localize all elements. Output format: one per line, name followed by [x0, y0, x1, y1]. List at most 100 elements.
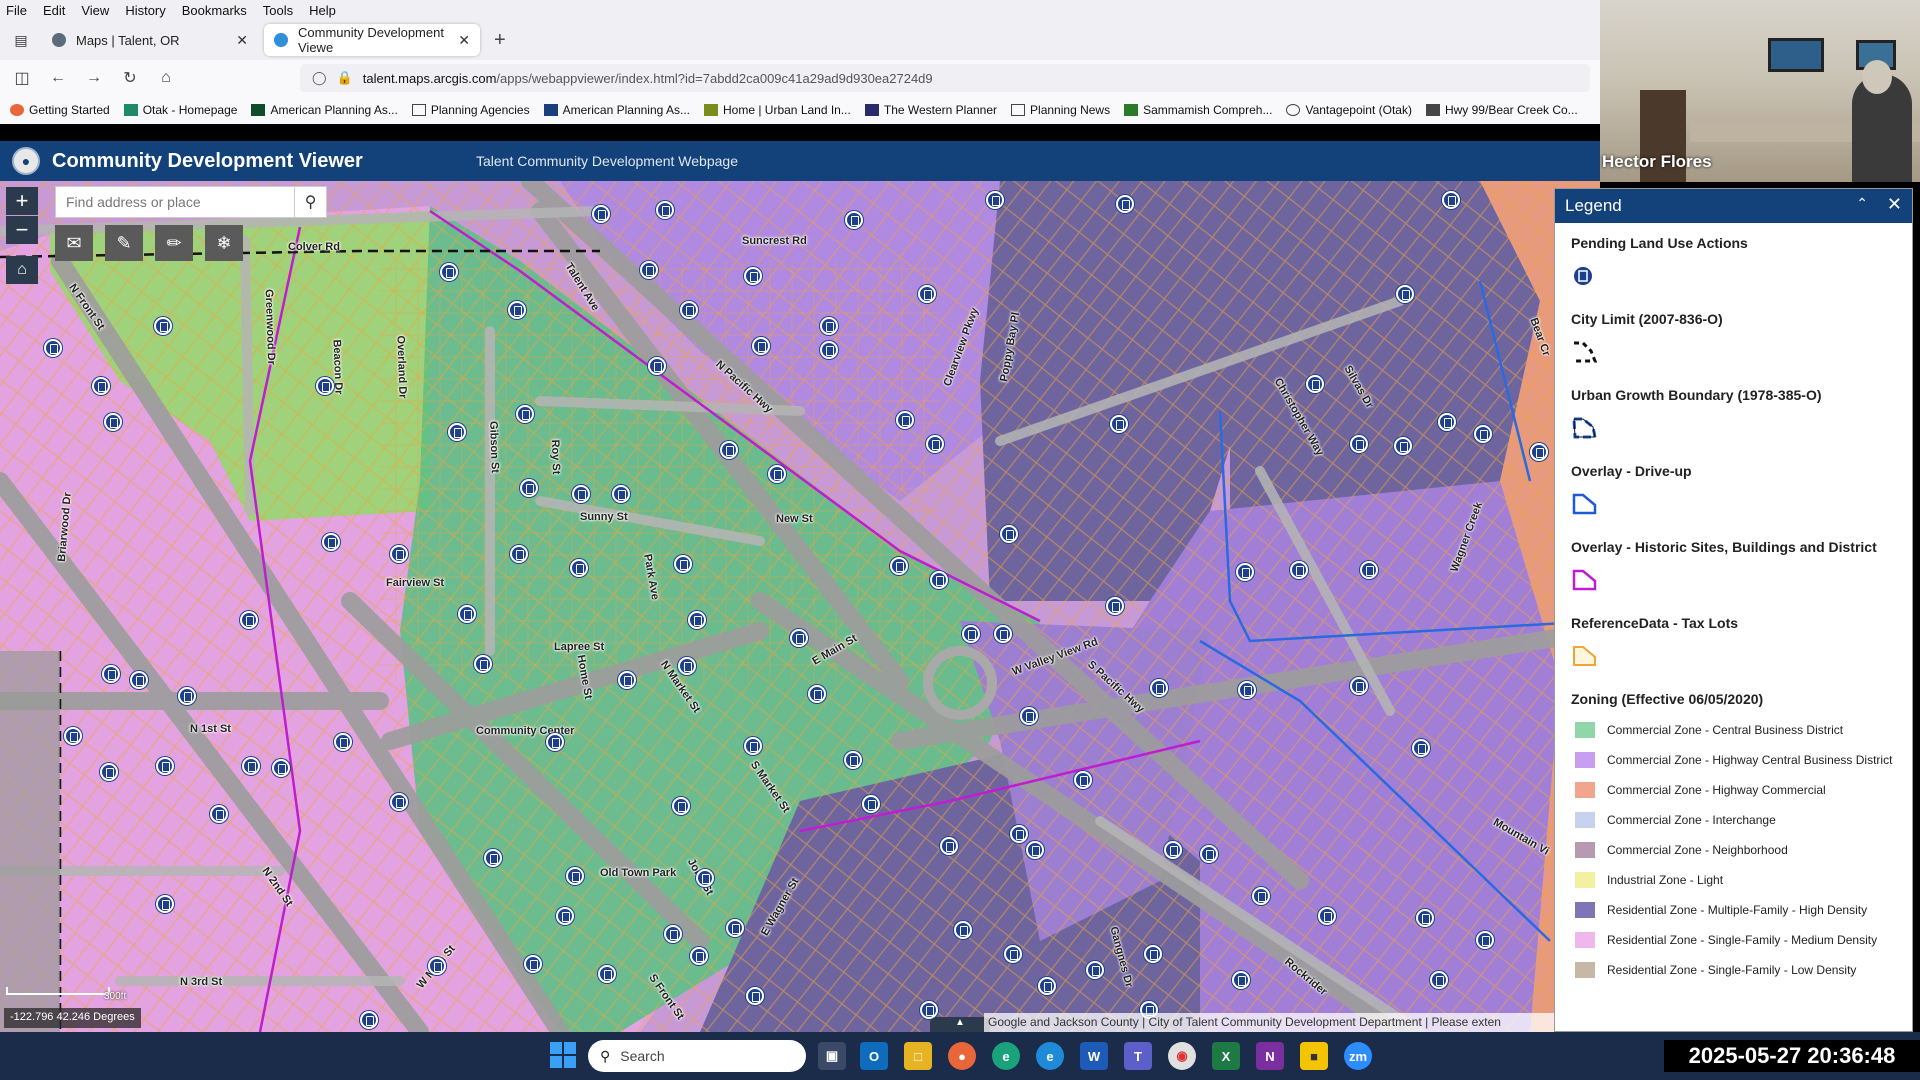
collapse-icon[interactable]: ⌃ — [1856, 195, 1868, 212]
pending-action-pin[interactable] — [156, 757, 174, 775]
pending-action-pin[interactable] — [516, 405, 534, 423]
close-tab-icon[interactable]: ✕ — [236, 32, 248, 49]
pending-action-pin[interactable] — [546, 733, 564, 751]
taskbar-search[interactable]: ⚲ Search — [588, 1040, 806, 1072]
pending-action-pin[interactable] — [1026, 841, 1044, 859]
pending-action-pin[interactable] — [1290, 561, 1308, 579]
menu-history[interactable]: History — [125, 3, 165, 18]
pending-action-pin[interactable] — [688, 611, 706, 629]
pending-action-pin[interactable] — [1350, 677, 1368, 695]
tab-maps-talent[interactable]: Maps | Talent, OR ✕ — [42, 24, 258, 56]
pending-action-pin[interactable] — [598, 965, 616, 983]
pending-action-pin[interactable] — [390, 545, 408, 563]
pending-action-pin[interactable] — [1396, 285, 1414, 303]
pending-action-pin[interactable] — [390, 793, 408, 811]
pending-action-pin[interactable] — [1476, 931, 1494, 949]
layers-icon[interactable]: ❄ — [205, 225, 243, 261]
pending-action-pin[interactable] — [428, 957, 446, 975]
pending-action-pin[interactable] — [1474, 425, 1492, 443]
pending-action-pin[interactable] — [648, 357, 666, 375]
map-view[interactable]: Colver Rd Suncrest Rd Talent Ave N Pacif… — [0, 181, 1600, 1032]
pending-action-pin[interactable] — [844, 751, 862, 769]
bookmark-item[interactable]: Hwy 99/Bear Creek Co... — [1425, 103, 1578, 117]
pending-action-pin[interactable] — [92, 377, 110, 395]
pending-action-pin[interactable] — [100, 763, 118, 781]
pending-action-pin[interactable] — [1442, 191, 1460, 209]
pending-action-pin[interactable] — [674, 555, 692, 573]
onenote-icon[interactable]: N — [1256, 1042, 1284, 1070]
pending-action-pin[interactable] — [612, 485, 630, 503]
address-search-input[interactable] — [56, 187, 295, 217]
pending-action-pin[interactable] — [940, 837, 958, 855]
pending-action-pin[interactable] — [154, 317, 172, 335]
pending-action-pin[interactable] — [768, 465, 786, 483]
pending-action-pin[interactable] — [890, 557, 908, 575]
pending-action-pin[interactable] — [820, 341, 838, 359]
menu-bookmarks[interactable]: Bookmarks — [182, 3, 247, 18]
firefox-icon[interactable]: ● — [948, 1042, 976, 1070]
menu-view[interactable]: View — [81, 3, 109, 18]
pending-action-pin[interactable] — [242, 757, 260, 775]
pending-action-pin[interactable] — [484, 849, 502, 867]
pending-action-pin[interactable] — [1116, 195, 1134, 213]
pending-action-pin[interactable] — [896, 411, 914, 429]
pending-action-pin[interactable] — [680, 301, 698, 319]
bookmark-item[interactable]: American Planning As... — [251, 103, 398, 117]
pending-action-pin[interactable] — [156, 895, 174, 913]
pending-action-pin[interactable] — [524, 955, 542, 973]
app-subtitle-link[interactable]: Talent Community Development Webpage — [476, 153, 738, 169]
outlook-icon[interactable]: O — [860, 1042, 888, 1070]
menu-help[interactable]: Help — [309, 3, 336, 18]
pending-action-pin[interactable] — [994, 625, 1012, 643]
pending-action-pin[interactable] — [690, 947, 708, 965]
pending-action-pin[interactable] — [1110, 415, 1128, 433]
print-icon[interactable]: ✉ — [55, 225, 93, 261]
pending-action-pin[interactable] — [845, 211, 863, 229]
pending-action-pin[interactable] — [1318, 907, 1336, 925]
pending-action-pin[interactable] — [862, 795, 880, 813]
pending-action-pin[interactable] — [592, 205, 610, 223]
chrome-icon[interactable]: ◉ — [1168, 1042, 1196, 1070]
search-icon[interactable]: ⚲ — [294, 187, 326, 217]
pending-action-pin[interactable] — [44, 339, 62, 357]
pending-action-pin[interactable] — [272, 759, 290, 777]
zoom-icon[interactable]: zm — [1344, 1042, 1372, 1070]
bookmark-item[interactable]: Otak - Homepage — [123, 103, 237, 117]
home-icon[interactable]: ⌂ — [152, 64, 180, 92]
pending-action-pin[interactable] — [1238, 681, 1256, 699]
pending-action-pin[interactable] — [752, 337, 770, 355]
close-tab-icon[interactable]: ✕ — [458, 32, 470, 49]
shield-icon[interactable]: ◯ — [312, 70, 327, 86]
pending-action-pin[interactable] — [954, 921, 972, 939]
identify-icon[interactable]: ✎ — [105, 225, 143, 261]
file-explorer-icon[interactable]: □ — [904, 1042, 932, 1070]
pending-action-pin[interactable] — [1010, 825, 1028, 843]
edge-dev-icon[interactable]: e — [992, 1042, 1020, 1070]
bookmark-item[interactable]: Home | Urban Land In... — [704, 103, 851, 117]
bookmark-item[interactable]: American Planning As... — [543, 103, 690, 117]
close-icon[interactable]: ✕ — [1887, 194, 1902, 215]
pending-action-pin[interactable] — [1074, 771, 1092, 789]
pending-action-pin[interactable] — [566, 867, 584, 885]
pending-action-pin[interactable] — [1086, 961, 1104, 979]
pending-action-pin[interactable] — [1150, 679, 1168, 697]
bookmark-item[interactable]: Vantagepoint (Otak) — [1286, 103, 1412, 117]
menu-file[interactable]: File — [6, 3, 27, 18]
pending-action-pin[interactable] — [130, 671, 148, 689]
pending-action-pin[interactable] — [178, 687, 196, 705]
menu-edit[interactable]: Edit — [43, 3, 65, 18]
pending-action-pin[interactable] — [808, 685, 826, 703]
bookmark-item[interactable]: Planning News — [1011, 103, 1110, 117]
pending-action-pin[interactable] — [64, 727, 82, 745]
pending-action-pin[interactable] — [1164, 841, 1182, 859]
pending-action-pin[interactable] — [1038, 977, 1056, 995]
bookmark-item[interactable]: Getting Started — [10, 103, 110, 117]
pending-action-pin[interactable] — [790, 629, 808, 647]
back-button[interactable]: ← — [44, 64, 72, 92]
pending-action-pin[interactable] — [440, 263, 458, 281]
pending-action-pin[interactable] — [962, 625, 980, 643]
pending-action-pin[interactable] — [656, 201, 674, 219]
pending-action-pin[interactable] — [240, 611, 258, 629]
pending-action-pin[interactable] — [696, 869, 714, 887]
zoom-out-button[interactable]: − — [6, 216, 38, 244]
